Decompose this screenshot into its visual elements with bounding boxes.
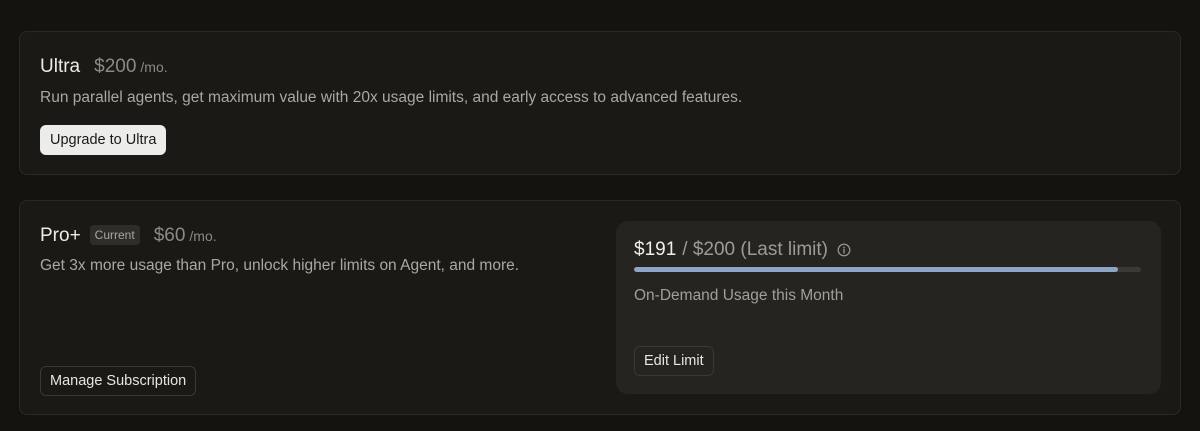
plan-name: Pro+ (40, 225, 81, 246)
ultra-plan-card: Ultra $200 /mo. Run parallel agents, get… (19, 31, 1181, 175)
info-circle-icon[interactable] (837, 243, 851, 257)
plan-price-period: /mo. (189, 228, 217, 244)
edit-limit-button[interactable]: Edit Limit (634, 346, 714, 376)
usage-summary: $191 / $200 (Last limit) (634, 239, 851, 261)
usage-current-amount: $191 (634, 239, 677, 260)
usage-progress-fill (634, 267, 1119, 272)
ultra-plan-header: Ultra $200 /mo. (40, 56, 168, 78)
current-plan-badge: Current (89, 225, 140, 245)
plan-name: Ultra (40, 56, 81, 77)
plan-price: $200 (94, 56, 137, 77)
usage-progress-bar (634, 267, 1141, 272)
plan-price-period: /mo. (140, 59, 168, 75)
plan-price: $60 (153, 225, 186, 246)
pro-plus-plan-card: Pro+ Current $60 /mo. Get 3x more usage … (19, 200, 1181, 415)
usage-label: On-Demand Usage this Month (634, 287, 844, 304)
plan-description: Run parallel agents, get maximum value w… (40, 89, 743, 106)
upgrade-to-ultra-button[interactable]: Upgrade to Ultra (40, 125, 167, 155)
plan-description: Get 3x more usage than Pro, unlock highe… (40, 257, 520, 274)
usage-limit-text: / $200 (Last limit) (682, 239, 829, 260)
manage-subscription-button[interactable]: Manage Subscription (40, 366, 197, 396)
pro-plus-plan-header: Pro+ Current $60 /mo. (40, 225, 217, 247)
on-demand-usage-panel: $191 / $200 (Last limit) On-Demand Usage… (616, 221, 1161, 394)
